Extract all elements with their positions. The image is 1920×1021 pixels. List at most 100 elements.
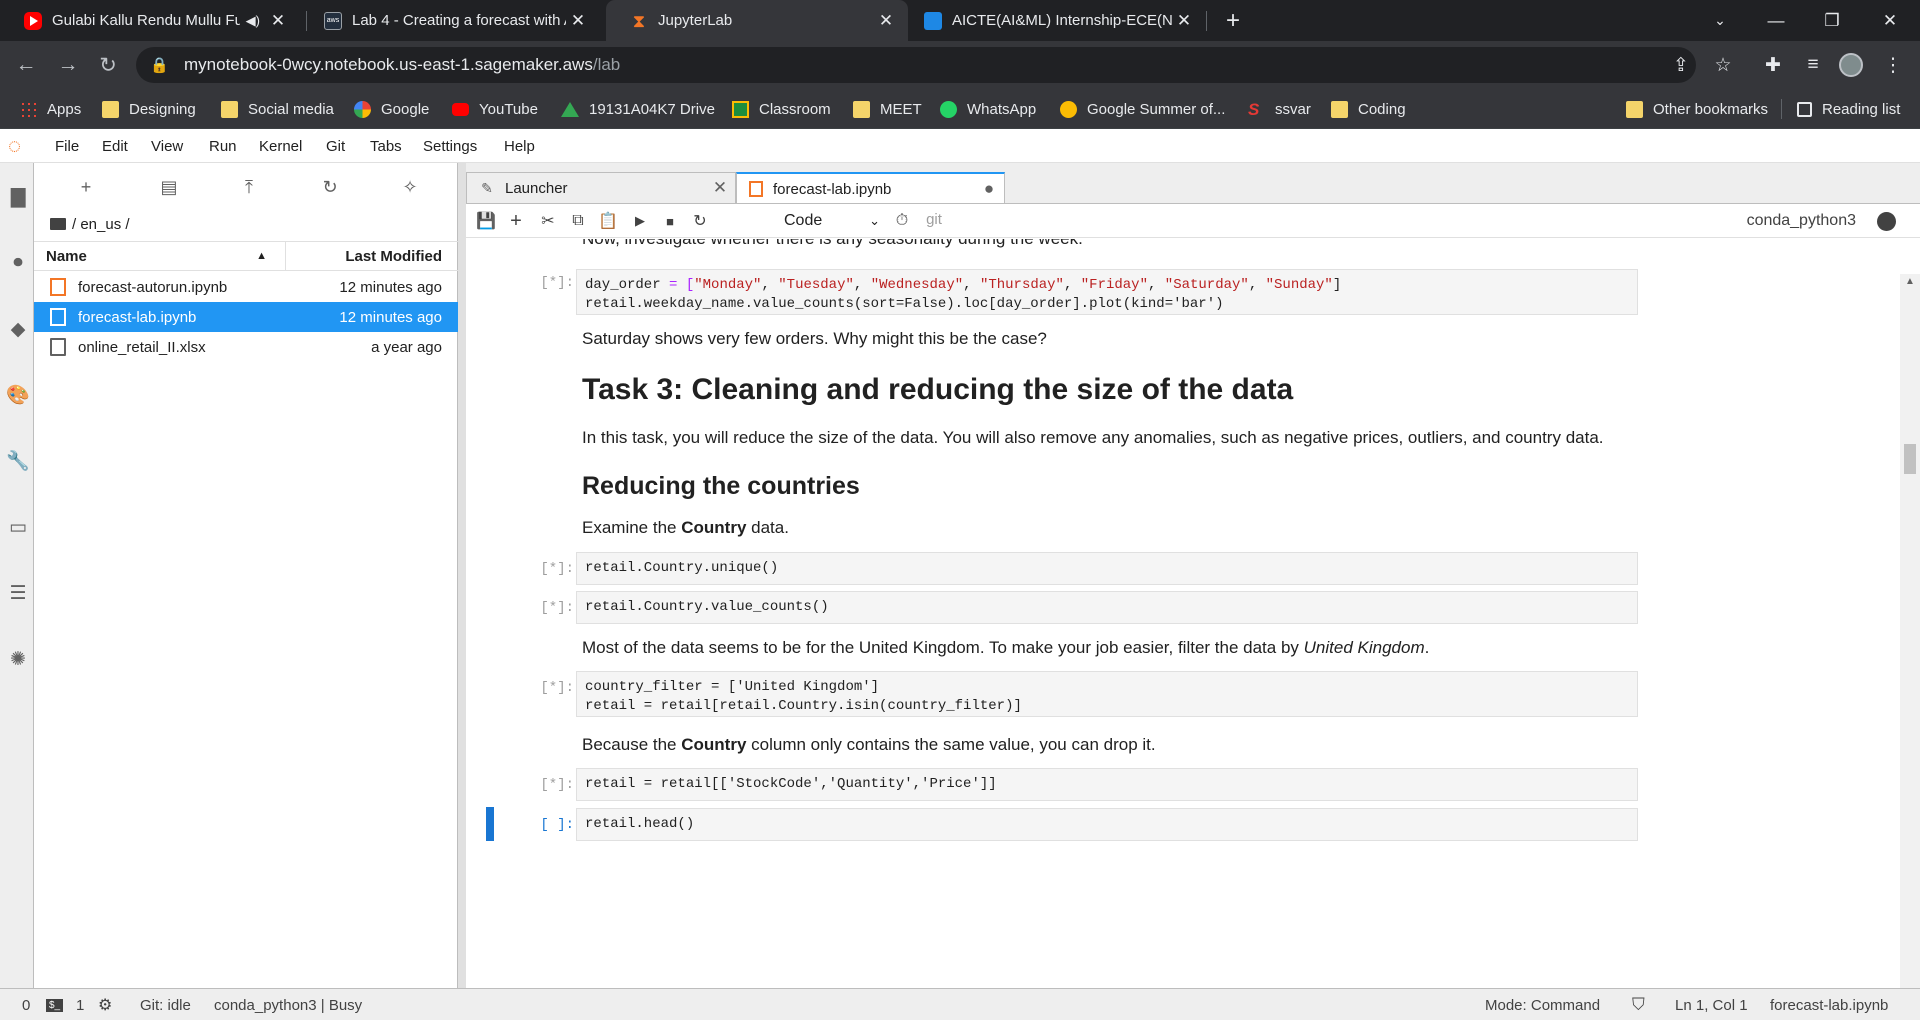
bookmark-gsoc[interactable]: Google Summer of...: [1060, 89, 1225, 129]
status-mode[interactable]: Mode: Command: [1485, 989, 1600, 1021]
breadcrumb[interactable]: / en_us /: [50, 213, 130, 235]
notebook-scrollbar[interactable]: ▲ ▼: [1900, 274, 1920, 989]
media-control-icon[interactable]: ≡: [1800, 53, 1826, 77]
new-folder-icon[interactable]: ▤: [157, 175, 181, 199]
bookmark-youtube[interactable]: YouTube: [452, 89, 538, 129]
close-icon[interactable]: ✕: [705, 178, 735, 198]
extension-manager-icon[interactable]: ✺: [6, 647, 30, 671]
code-cell[interactable]: retail = retail[['StockCode','Quantity',…: [576, 768, 1638, 801]
close-icon[interactable]: ✕: [1172, 11, 1196, 31]
column-header-name[interactable]: Name ▲: [34, 241, 286, 271]
window-close-button[interactable]: ✕: [1862, 0, 1918, 41]
code-cell[interactable]: day_order = ["Monday", "Tuesday", "Wedne…: [576, 269, 1638, 315]
stop-icon[interactable]: ■: [658, 209, 682, 233]
scroll-up-icon[interactable]: ▲: [1905, 276, 1915, 287]
code-cell[interactable]: retail.Country.unique(): [576, 552, 1638, 585]
bookmark-drive[interactable]: 19131A04K7 Drive: [561, 89, 715, 129]
restart-icon[interactable]: ↻: [688, 209, 712, 233]
file-row-selected[interactable]: forecast-lab.ipynb 12 minutes ago: [34, 302, 458, 332]
wrench-icon[interactable]: 🔧: [6, 449, 30, 473]
save-icon[interactable]: 💾: [474, 209, 498, 233]
reading-list[interactable]: Reading list: [1797, 89, 1900, 129]
kernel-name[interactable]: conda_python3: [1747, 204, 1856, 238]
code-cell-active[interactable]: retail.head(): [576, 808, 1638, 841]
upload-icon[interactable]: ⤒: [237, 175, 261, 199]
browser-tab-aws[interactable]: aws Lab 4 - Creating a forecast with A ✕: [300, 0, 600, 41]
kernel-gear-icon[interactable]: ⚙: [98, 989, 112, 1021]
menu-settings[interactable]: Settings: [423, 129, 477, 163]
file-row[interactable]: online_retail_II.xlsx a year ago: [34, 332, 458, 362]
address-bar[interactable]: 🔒 mynotebook-0wcy.notebook.us-east-1.sag…: [136, 47, 1696, 83]
audio-icon[interactable]: ◀): [246, 13, 260, 29]
terminal-icon[interactable]: $_: [46, 989, 64, 1021]
running-sessions-icon[interactable]: ⏺: [6, 251, 30, 275]
share-icon[interactable]: ⇪: [1668, 53, 1694, 77]
new-launcher-button[interactable]: +: [74, 175, 98, 199]
column-header-modified[interactable]: Last Modified: [286, 241, 458, 271]
forward-button[interactable]: →: [52, 49, 84, 81]
tabs-icon[interactable]: ▭: [6, 515, 30, 539]
run-icon[interactable]: ▶: [628, 209, 652, 233]
bookmark-designing[interactable]: Designing: [102, 89, 196, 129]
status-git[interactable]: Git: idle: [140, 989, 191, 1021]
unsaved-dot-icon[interactable]: ●: [974, 179, 1004, 199]
browser-tab-jupyterlab[interactable]: ⧗ JupyterLab ✕: [606, 0, 908, 41]
bookmark-classroom[interactable]: Classroom: [732, 89, 831, 129]
menu-view[interactable]: View: [151, 129, 183, 163]
status-count[interactable]: 0: [22, 989, 30, 1021]
git-button[interactable]: git: [922, 207, 946, 231]
status-terminals[interactable]: 1: [76, 989, 84, 1021]
other-bookmarks[interactable]: Other bookmarks: [1626, 89, 1768, 129]
lock-icon[interactable]: 🔒: [150, 56, 184, 74]
folder-icon[interactable]: ▇: [6, 185, 30, 209]
scrollbar-thumb[interactable]: [1904, 444, 1916, 474]
code-cell[interactable]: country_filter = ['United Kingdom'] reta…: [576, 671, 1638, 717]
paste-icon[interactable]: 📋: [596, 209, 620, 233]
menu-file[interactable]: File: [55, 129, 79, 163]
status-kernel[interactable]: conda_python3 | Busy: [214, 989, 362, 1021]
new-tab-button[interactable]: +: [1205, 0, 1261, 41]
code-cell[interactable]: retail.Country.value_counts(): [576, 591, 1638, 624]
palette-icon[interactable]: 🎨: [6, 383, 30, 407]
bookmark-star-icon[interactable]: ☆: [1710, 53, 1736, 77]
file-row[interactable]: forecast-autorun.ipynb 12 minutes ago: [34, 272, 458, 302]
menu-help[interactable]: Help: [504, 129, 535, 163]
close-icon[interactable]: ✕: [874, 11, 898, 31]
menu-kernel[interactable]: Kernel: [259, 129, 302, 163]
insert-cell-icon[interactable]: +: [504, 209, 528, 233]
table-of-contents-icon[interactable]: ☰: [6, 581, 30, 605]
clock-icon[interactable]: ⏱: [890, 209, 914, 233]
bookmark-ssvar[interactable]: Sssvar: [1248, 89, 1311, 129]
bookmark-coding[interactable]: Coding: [1331, 89, 1406, 129]
status-file[interactable]: forecast-lab.ipynb: [1770, 989, 1888, 1021]
close-icon[interactable]: ✕: [266, 11, 290, 31]
cell-type-select[interactable]: Code ⌄: [784, 209, 880, 233]
menu-git[interactable]: Git: [326, 129, 345, 163]
git-clone-icon[interactable]: ✧: [398, 175, 422, 199]
browser-menu-icon[interactable]: ⋮: [1880, 53, 1906, 77]
bookmark-meet[interactable]: MEET: [853, 89, 922, 129]
browser-tab-classroom[interactable]: AICTE(AI&ML) Internship-ECE(No ✕: [900, 0, 1206, 41]
reload-button[interactable]: ↻: [92, 49, 124, 81]
status-position[interactable]: Ln 1, Col 1: [1675, 989, 1748, 1021]
minimize-button[interactable]: —: [1748, 0, 1804, 41]
refresh-icon[interactable]: ↻: [318, 175, 342, 199]
menu-tabs[interactable]: Tabs: [370, 129, 402, 163]
restore-button[interactable]: ❐: [1804, 0, 1860, 41]
menu-run[interactable]: Run: [209, 129, 237, 163]
cut-icon[interactable]: ✂: [536, 209, 560, 233]
back-button[interactable]: ←: [10, 49, 42, 81]
tab-forecast-lab[interactable]: forecast-lab.ipynb ●: [736, 172, 1005, 204]
profile-avatar[interactable]: [1838, 53, 1864, 77]
shield-icon[interactable]: ⛉: [1632, 989, 1645, 1021]
close-icon[interactable]: ✕: [566, 11, 590, 31]
tab-search-chevron-icon[interactable]: ⌄: [1692, 0, 1748, 41]
bookmark-whatsapp[interactable]: WhatsApp: [940, 89, 1036, 129]
extensions-puzzle-icon[interactable]: ✚: [1760, 53, 1786, 77]
browser-tab-youtube[interactable]: Gulabi Kallu Rendu Mullu Fu ◀) ✕: [0, 0, 300, 41]
bookmark-apps[interactable]: Apps: [20, 89, 81, 129]
bookmark-google[interactable]: Google: [354, 89, 429, 129]
copy-icon[interactable]: ⧉: [566, 209, 590, 233]
git-icon[interactable]: ◆: [6, 317, 30, 341]
tab-launcher[interactable]: ✎ Launcher ✕: [466, 172, 736, 203]
